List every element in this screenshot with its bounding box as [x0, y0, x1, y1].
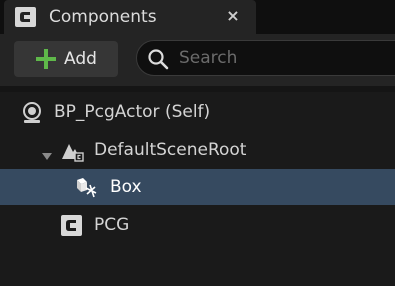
- tree-item-label: BP_PcgActor (Self): [54, 102, 211, 122]
- search-box[interactable]: [136, 40, 395, 76]
- close-icon[interactable]: ×: [222, 5, 244, 27]
- tree-item-pcg[interactable]: PCG: [0, 207, 395, 243]
- pcg-component-icon: [60, 214, 84, 238]
- tree-item-default-scene-root[interactable]: DefaultSceneRoot: [0, 132, 395, 168]
- tree-item-label: Box: [110, 177, 142, 197]
- actor-self-icon: [20, 101, 44, 125]
- search-input[interactable]: [179, 45, 395, 71]
- tree-item-self[interactable]: BP_PcgActor (Self): [0, 94, 395, 130]
- components-panel: Components × Add Search BP_PcgActor (Sel…: [0, 0, 395, 286]
- box-component-icon: [74, 176, 98, 200]
- blueprint-c-icon: [14, 6, 38, 28]
- tab-components[interactable]: Components ×: [4, 0, 256, 34]
- tab-strip: Components ×: [0, 0, 395, 34]
- search-icon: [147, 48, 169, 70]
- chevron-down-icon[interactable]: [42, 146, 52, 160]
- component-tree: BP_PcgActor (Self) DefaultSceneRoot Box …: [0, 92, 395, 286]
- scene-root-icon: [60, 139, 84, 163]
- add-component-button[interactable]: Add: [14, 41, 118, 77]
- tree-item-box[interactable]: Box: [0, 169, 395, 205]
- tree-item-label: PCG: [94, 215, 130, 235]
- toolbar: Add: [0, 34, 395, 86]
- tab-title: Components: [49, 7, 157, 27]
- plus-icon: [35, 48, 57, 70]
- tree-item-label: DefaultSceneRoot: [94, 140, 247, 160]
- add-button-label: Add: [64, 49, 97, 69]
